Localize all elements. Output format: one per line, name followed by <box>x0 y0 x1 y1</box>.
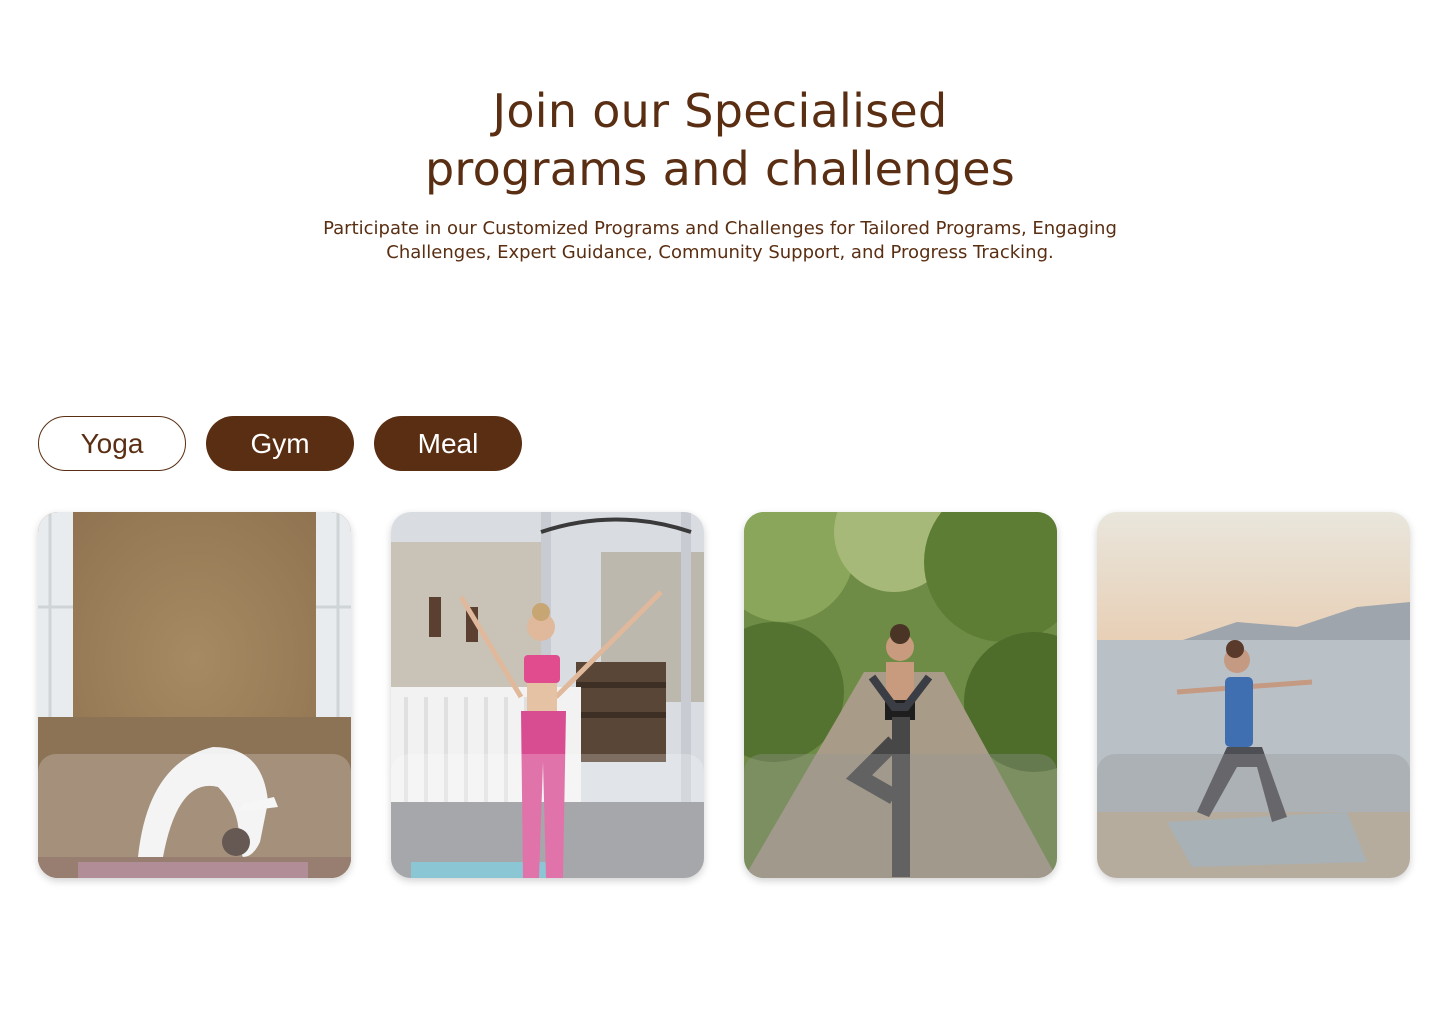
program-card-beach[interactable] <box>1097 512 1410 878</box>
card-overlay <box>744 754 1057 878</box>
card-overlay <box>1097 754 1410 878</box>
page-title-line-2: programs and challenges <box>424 142 1016 196</box>
tab-meal[interactable]: Meal <box>374 416 522 471</box>
page-title-line-1: Join our Specialised <box>492 84 948 138</box>
page-title: Join our Specialised programs and challe… <box>0 82 1440 198</box>
card-overlay <box>391 754 704 878</box>
page-subtitle-line-2: Challenges, Expert Guidance, Community S… <box>386 242 1054 263</box>
card-overlay <box>38 754 351 878</box>
page-subtitle-line-1: Participate in our Customized Programs a… <box>323 218 1117 239</box>
tab-yoga[interactable]: Yoga <box>38 416 186 471</box>
program-card-backbend[interactable] <box>38 512 351 878</box>
program-cards <box>38 512 1410 878</box>
program-card-forest[interactable] <box>744 512 1057 878</box>
program-card-rooftop[interactable] <box>391 512 704 878</box>
page-subtitle: Participate in our Customized Programs a… <box>0 217 1440 265</box>
tab-gym[interactable]: Gym <box>206 416 354 471</box>
program-category-tabs: Yoga Gym Meal <box>38 416 522 471</box>
